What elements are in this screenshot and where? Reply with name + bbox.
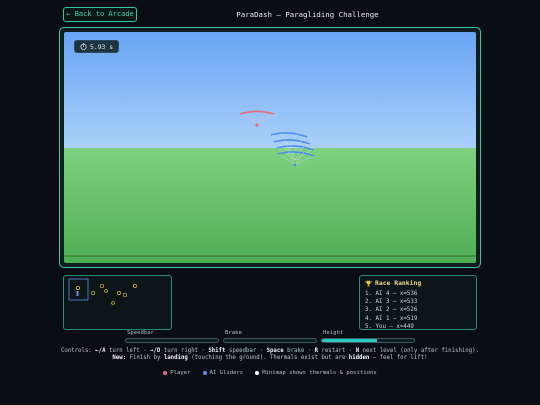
ranking-row: 2. AI 3 — x=533 xyxy=(365,299,418,306)
ranking-row: 5. You — x=449 xyxy=(365,323,414,330)
player-dot-icon xyxy=(163,371,168,375)
minimap-player-dot xyxy=(76,291,79,293)
game-viewport[interactable]: 5.93 s xyxy=(64,32,476,263)
back-to-arcade-button[interactable]: ← Back to Arcade xyxy=(63,7,137,22)
ground xyxy=(64,148,476,263)
page-title: ParaDash — Paragliding Challenge xyxy=(236,10,379,19)
speedbar-meter xyxy=(125,338,219,343)
timer-display: 5.93 s xyxy=(74,40,120,53)
speedbar-label: Speedbar xyxy=(127,330,154,336)
legend-minimap: Minimap shows thermals & positions xyxy=(255,370,377,376)
height-fill xyxy=(322,339,378,342)
minimap xyxy=(63,275,172,330)
legend: Player AI Gliders Minimap shows thermals… xyxy=(120,370,420,376)
ai-dot-icon xyxy=(202,371,207,375)
game-scene xyxy=(64,32,476,263)
brake-label: Brake xyxy=(225,330,242,336)
ranking-title: Race Ranking xyxy=(375,279,422,287)
minimap-thermal xyxy=(104,289,108,293)
minimap-thermal xyxy=(99,283,105,289)
minimap-thermal xyxy=(111,301,115,305)
ranking-row: 4. AI 1 — x=519 xyxy=(365,315,418,322)
minimap-thermal xyxy=(117,291,121,295)
sky xyxy=(64,32,476,148)
stopwatch-icon xyxy=(80,43,87,50)
trophy-icon xyxy=(365,280,372,286)
controls-line-2: New: Finish by landing (touching the gro… xyxy=(112,355,428,361)
race-ranking-panel: Race Ranking 1. AI 4 — x=536 2. AI 3 — x… xyxy=(359,275,477,330)
minimap-thermal xyxy=(76,286,80,290)
ranking-row: 1. AI 4 — x=536 xyxy=(365,291,418,297)
legend-ai: AI Gliders xyxy=(202,370,243,376)
controls-line-1: Controls: ←/A turn left · →/D turn right… xyxy=(60,348,479,354)
controls-help: Controls: ←/A turn left · →/D turn right… xyxy=(40,348,500,362)
minimap-thermal xyxy=(122,292,128,298)
timer-value: 5.93 s xyxy=(90,42,114,51)
ranking-row: 3. AI 2 — x=526 xyxy=(365,307,418,314)
minimap-dot-icon xyxy=(255,371,260,375)
game-frame: 5.93 s xyxy=(59,27,481,268)
brake-meter xyxy=(223,338,317,343)
legend-player: Player xyxy=(163,370,191,376)
minimap-thermal xyxy=(133,284,137,288)
height-meter xyxy=(321,338,415,343)
minimap-canvas xyxy=(68,278,137,305)
ranking-header: Race Ranking xyxy=(365,279,471,287)
minimap-thermal xyxy=(90,290,96,296)
height-label: Height xyxy=(323,330,344,336)
